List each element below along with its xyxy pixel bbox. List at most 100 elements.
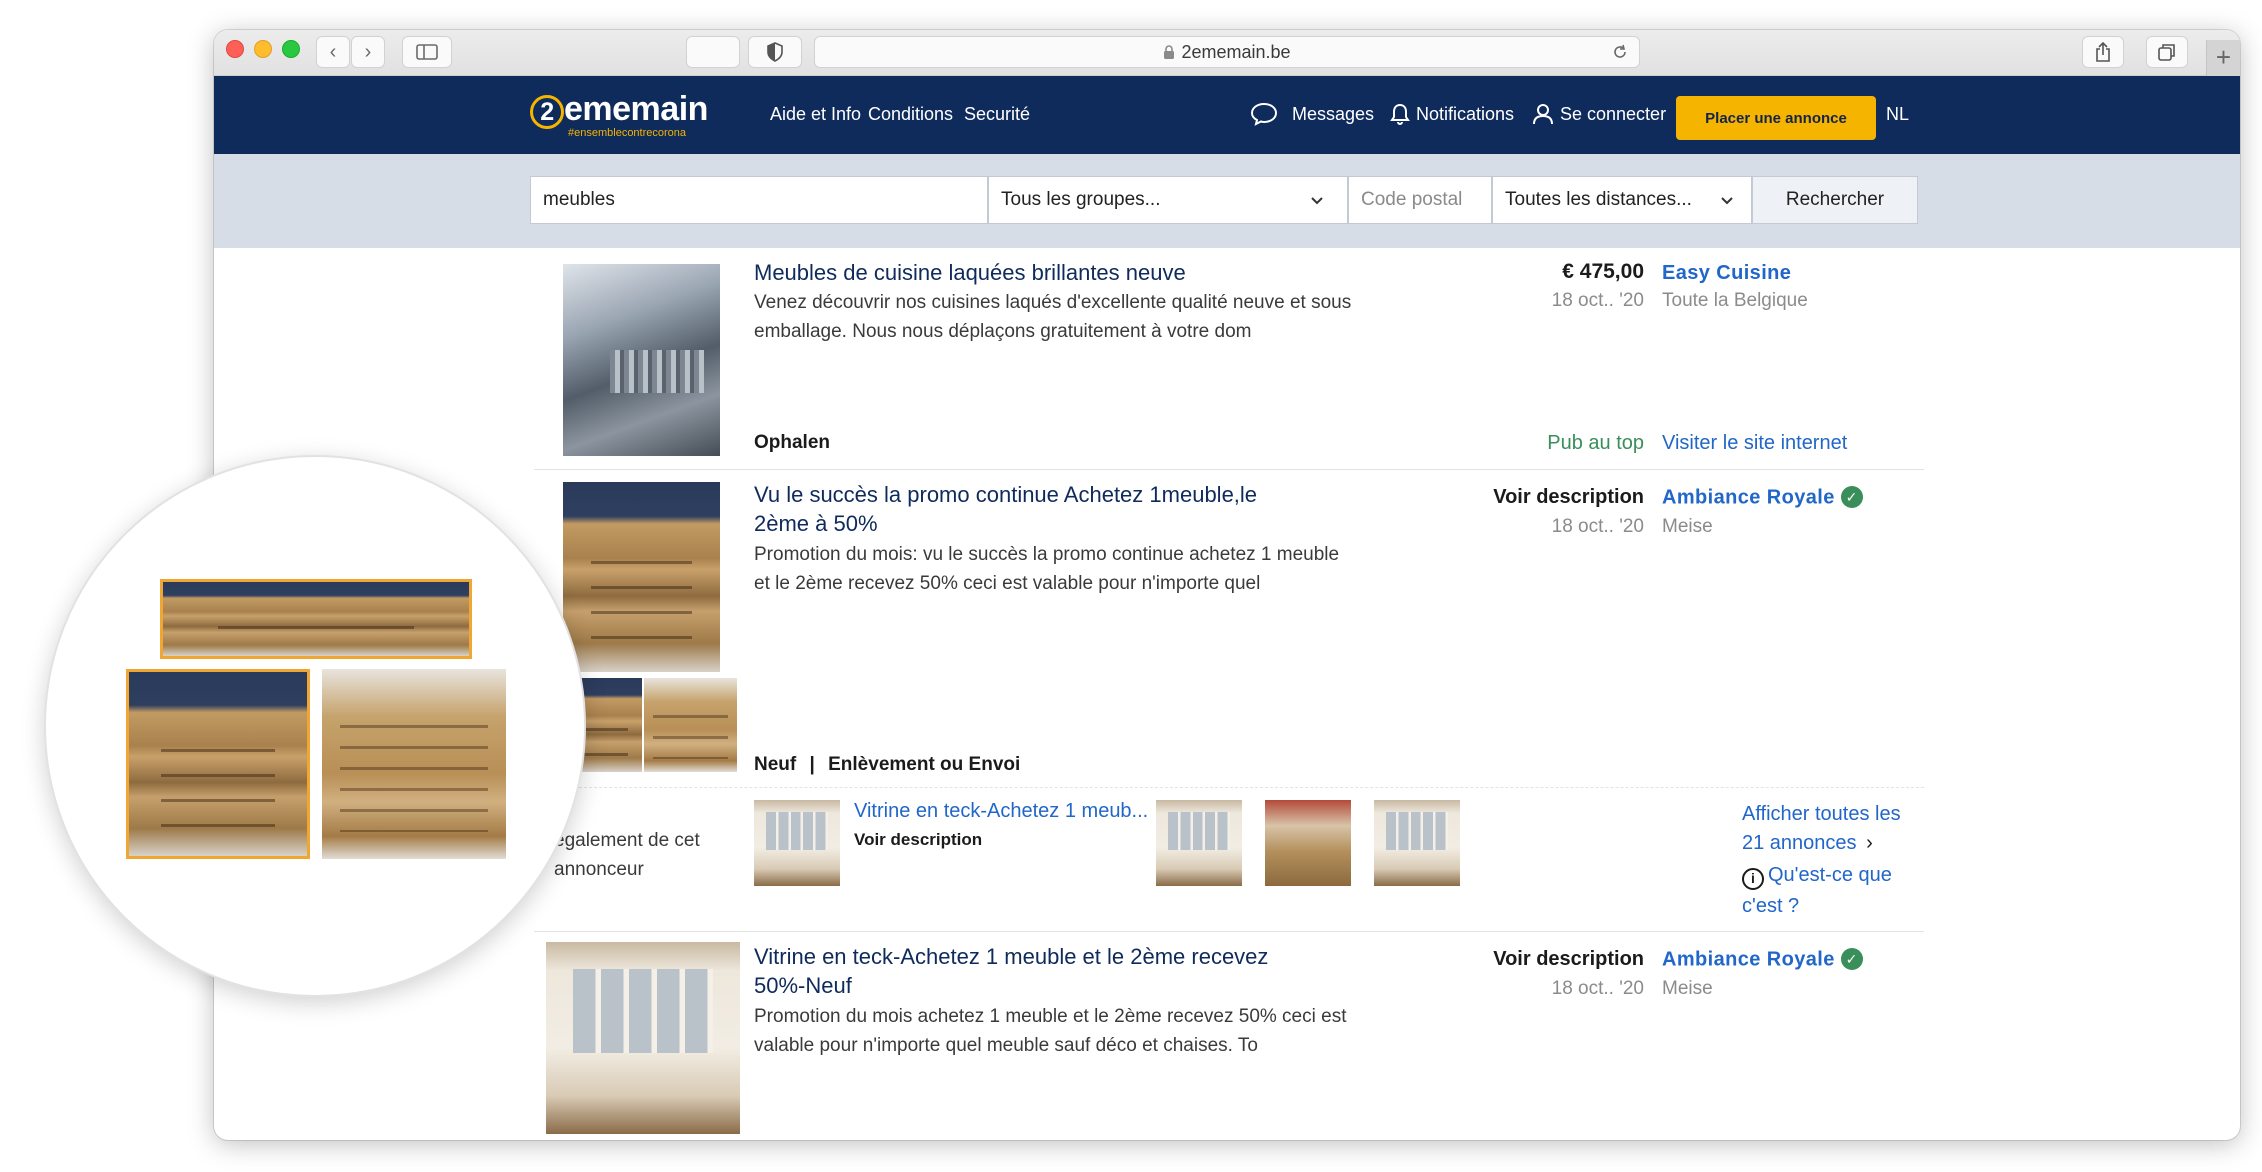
listing-price: Voir description <box>1493 948 1644 970</box>
place-ad-button[interactable]: Placer une annonce <box>1676 96 1876 140</box>
sidebar-icon <box>416 44 438 60</box>
show-all-ads-label: Afficher toutes les 21 annonces <box>1742 803 1901 854</box>
lock-icon <box>1164 44 1175 59</box>
postal-code-input[interactable]: Code postal <box>1348 176 1492 224</box>
seller-location: Toute la Belgique <box>1662 290 1808 311</box>
listing-date: 18 oct.. '20 <box>1551 516 1644 537</box>
chevron-left-icon: ‹ <box>329 40 337 63</box>
tab-overview-button[interactable] <box>686 36 740 68</box>
reload-icon[interactable] <box>1611 43 1629 61</box>
distance-select-value: Toutes les distances... <box>1505 189 1692 210</box>
zoomed-thumbnail <box>126 669 310 859</box>
listing-description: Promotion du mois: vu le succès la promo… <box>754 544 1340 594</box>
logo-text: ememain <box>564 90 708 128</box>
nav-aide-info[interactable]: Aide et Info <box>770 104 861 125</box>
url-text: 2ememain.be <box>1181 41 1291 62</box>
seller-link[interactable]: Ambiance Royale ✓ <box>1662 486 1863 510</box>
close-window-button[interactable] <box>226 40 244 58</box>
listing-price: € 475,00 <box>1562 260 1644 283</box>
nav-securite[interactable]: Securité <box>964 104 1030 125</box>
listing-results: Meubles de cuisine laquées brillantes ne… <box>534 254 1924 1140</box>
seller-location: Meise <box>1662 516 1713 537</box>
messages-link[interactable]: Messages <box>1250 102 1374 126</box>
listing-item[interactable]: Meubles de cuisine laquées brillantes ne… <box>534 254 1924 470</box>
related-item-photo[interactable] <box>754 800 840 886</box>
listing-date: 18 oct.. '20 <box>1551 290 1644 311</box>
related-item-title[interactable]: Vitrine en teck-Achetez 1 meub... <box>854 800 1154 823</box>
whats-this-link[interactable]: i Qu'est-ce que c'est ? <box>1742 860 1922 922</box>
listing-condition: Neuf <box>754 754 797 775</box>
seller-name[interactable]: Easy Cuisine <box>1662 262 1791 285</box>
new-tab-button[interactable]: + <box>2206 40 2240 76</box>
listing-delivery: Enlèvement ou Envoi <box>828 754 1021 775</box>
listing-price: Voir description <box>1493 486 1644 508</box>
chat-bubble-icon <box>1250 102 1278 126</box>
notifications-link[interactable]: Notifications <box>1390 102 1514 126</box>
search-button[interactable]: Rechercher <box>1752 176 1918 224</box>
nav-conditions[interactable]: Conditions <box>868 104 953 125</box>
plus-icon: + <box>2215 42 2232 72</box>
notifications-label: Notifications <box>1416 103 1515 124</box>
forward-button[interactable]: › <box>351 36 385 68</box>
listing-meta: Neuf | Enlèvement ou Envoi <box>754 754 1020 776</box>
listing-description: Promotion du mois achetez 1 meuble et le… <box>754 1006 1347 1056</box>
group-select[interactable]: Tous les groupes... <box>988 176 1348 224</box>
related-item-price: Voir description <box>854 830 983 849</box>
chevron-right-icon: › <box>364 40 372 63</box>
chevron-right-icon: › <box>1866 832 1873 854</box>
zoomed-thumbnail <box>322 669 506 859</box>
listing-delivery: Ophalen <box>754 432 831 453</box>
listing-title[interactable]: Vitrine en teck-Achetez 1 meuble et le 2… <box>754 942 1314 1000</box>
shield-icon <box>767 42 783 62</box>
related-item-photo[interactable] <box>1374 800 1460 886</box>
whats-this-label: Qu'est-ce que c'est ? <box>1742 864 1892 917</box>
group-select-value: Tous les groupes... <box>1001 189 1161 210</box>
verified-check-icon: ✓ <box>1840 948 1863 970</box>
seller-link[interactable]: Ambiance Royale ✓ <box>1662 948 1863 972</box>
listing-photo[interactable] <box>563 264 720 456</box>
sidebar-toggle-button[interactable] <box>402 36 452 68</box>
minimize-window-button[interactable] <box>254 40 272 58</box>
seller-name: Ambiance Royale <box>1662 486 1835 509</box>
related-item-photo[interactable] <box>1265 800 1351 886</box>
listing-title[interactable]: Vu le succès la promo continue Achetez 1… <box>754 480 1314 538</box>
advertiser-strip: également de cet annonceur Vitrine en te… <box>534 788 1924 932</box>
listing-description: Venez découvrir nos cuisines laqués d'ex… <box>754 292 1352 342</box>
zoom-magnifier <box>44 455 586 997</box>
zoom-window-button[interactable] <box>282 40 300 58</box>
chevron-down-icon <box>1311 197 1323 205</box>
listing-thumbnail[interactable] <box>644 678 737 772</box>
messages-label: Messages <box>1292 103 1375 124</box>
advertiser-strip-label: également de cet annonceur <box>554 830 700 880</box>
listing-photo[interactable] <box>546 942 740 1134</box>
site-logo[interactable]: 2 ememain #ensemblecontrecorona <box>530 92 708 139</box>
zoomed-photo <box>160 579 472 659</box>
user-icon <box>1533 104 1553 125</box>
login-label: Se connecter <box>1560 103 1667 124</box>
listing-item[interactable]: Vitrine en teck-Achetez 1 meuble et le 2… <box>534 932 1924 1140</box>
listing-title[interactable]: Meubles de cuisine laquées brillantes ne… <box>754 258 1374 287</box>
language-switch[interactable]: NL <box>1886 104 1909 125</box>
search-input[interactable]: meubles <box>530 176 988 224</box>
login-link[interactable]: Se connecter <box>1532 102 1666 126</box>
show-all-ads-link[interactable]: Afficher toutes les 21 annonces › <box>1742 800 1922 858</box>
tabs-icon <box>2158 44 2175 61</box>
distance-select[interactable]: Toutes les distances... <box>1492 176 1752 224</box>
bell-icon <box>1390 103 1410 125</box>
tabs-button[interactable] <box>2146 36 2188 68</box>
visit-website-link[interactable]: Visiter le site internet <box>1662 432 1847 455</box>
seller-name: Ambiance Royale <box>1662 948 1835 971</box>
meta-separator: | <box>809 754 815 775</box>
chevron-down-icon <box>1721 197 1733 205</box>
share-button[interactable] <box>2082 36 2124 68</box>
address-bar[interactable]: 2ememain.be <box>814 36 1640 68</box>
listing-photo[interactable] <box>563 482 720 672</box>
privacy-report-button[interactable] <box>748 36 802 68</box>
related-item-photo[interactable] <box>1156 800 1242 886</box>
back-button[interactable]: ‹ <box>316 36 350 68</box>
verified-check-icon: ✓ <box>1840 486 1863 508</box>
seller-location: Meise <box>1662 978 1713 999</box>
site-header: 2 ememain #ensemblecontrecorona Aide et I… <box>214 76 2240 154</box>
listing-item[interactable]: Vu le succès la promo continue Achetez 1… <box>534 470 1924 788</box>
info-icon: i <box>1742 867 1764 890</box>
